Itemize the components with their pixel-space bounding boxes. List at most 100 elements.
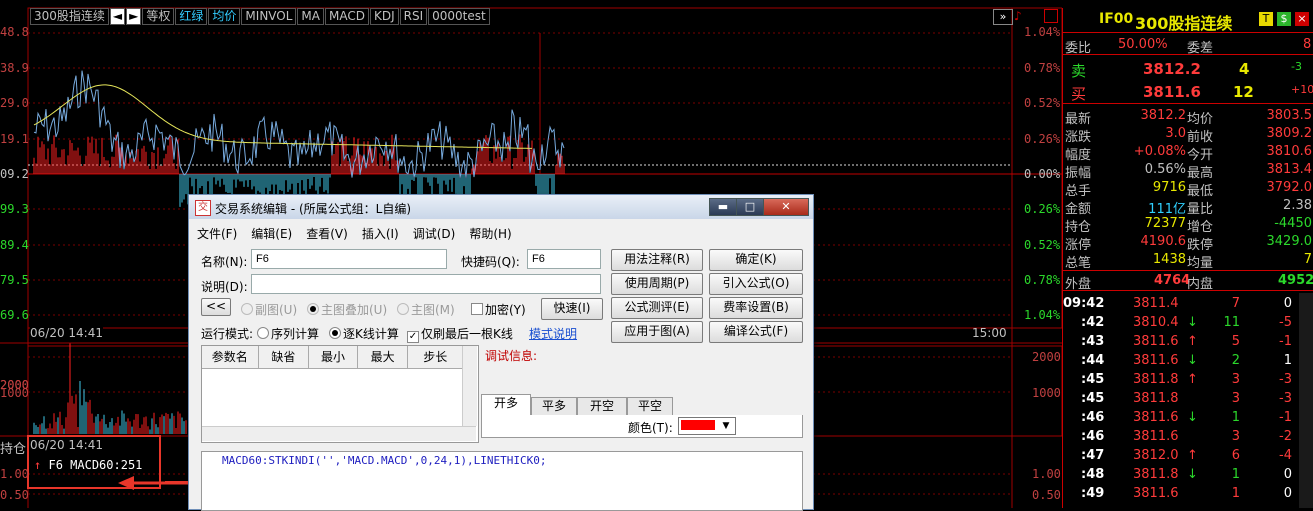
tick-row: :45 3811.8 3 -3 — [1063, 389, 1313, 408]
tick-price: 3811.8 — [1133, 467, 1179, 482]
price-tick: 29.0 — [0, 96, 29, 110]
prev-icon[interactable]: ◄ — [109, 8, 126, 25]
param-header[interactable]: 参数名 — [202, 346, 259, 368]
param-header[interactable]: 最大 — [358, 346, 409, 368]
volume-tick-top: 2000 — [0, 378, 29, 392]
menu-file[interactable]: 文件(F) — [197, 225, 237, 242]
neipan-value: 4952 — [1278, 273, 1313, 288]
tick-time: :46 — [1081, 429, 1105, 444]
window-icon[interactable] — [1044, 9, 1058, 23]
stat-value: 3803.5 — [1266, 108, 1313, 123]
use-period-button[interactable]: 使用周期(P) — [611, 273, 703, 295]
color-select[interactable]: ▼ — [678, 417, 736, 435]
formula-test-button[interactable]: 公式测评(E) — [611, 297, 703, 319]
stat-value: 3429.0 — [1266, 234, 1313, 249]
code-editor[interactable]: MACD60:STKINDI('','MACD.MACD',0,24,1),LI… — [201, 451, 803, 511]
minvol-button[interactable]: MINVOL — [241, 8, 297, 25]
tick-row: :44 3811.6 ↓ 2 1 — [1063, 351, 1313, 370]
stat-value: 7 — [1303, 252, 1312, 267]
menu-debug[interactable]: 调试(D) — [413, 225, 456, 242]
param-hscrollbar[interactable] — [202, 426, 476, 441]
percent-tick: 0.26% — [1024, 202, 1061, 216]
dollar-button[interactable]: $ — [1277, 12, 1291, 26]
buy-volume: 12 — [1233, 83, 1254, 101]
test-button[interactable]: 0000test — [428, 8, 490, 25]
refresh-last-checkbox[interactable]: ✓ 仅刷最后一根K线 — [407, 325, 513, 343]
tick-price: 3812.0 — [1133, 448, 1179, 463]
red-green-button[interactable]: 红绿 — [175, 8, 208, 25]
subchart-option[interactable]: 副图(U) — [241, 301, 297, 318]
macd-button[interactable]: MACD — [324, 8, 369, 25]
mode-per-bar-radio[interactable]: 逐K线计算 — [329, 325, 399, 342]
ok-button[interactable]: 确定(K) — [709, 249, 803, 271]
percent-tick: 0.00% — [1024, 167, 1061, 181]
stat-value: 3813.4 — [1266, 162, 1313, 177]
tab-close-short[interactable]: 平空 — [627, 397, 673, 416]
rsi-button[interactable]: RSI — [399, 8, 428, 25]
name-label: 名称(N): — [201, 255, 248, 269]
tick-price: 3811.6 — [1133, 486, 1179, 501]
import-formula-button[interactable]: 引入公式(O) — [709, 273, 803, 295]
mode-sequence-radio[interactable]: 序列计算 — [257, 325, 319, 342]
stats-row: 持仓 72377 增仓 -4450 — [1063, 214, 1313, 235]
compile-button[interactable]: 编译公式(F) — [709, 321, 803, 343]
stats-row: 涨跌 3.0 前收 3809.2 — [1063, 124, 1313, 145]
param-header[interactable]: 步长 — [408, 346, 462, 368]
sound-icon[interactable]: ♪ — [1014, 9, 1022, 23]
tick-time: :46 — [1081, 410, 1105, 425]
param-header[interactable]: 最小 — [309, 346, 358, 368]
avg-price-button[interactable]: 均价 — [208, 8, 241, 25]
minimize-icon[interactable]: ▬ — [709, 198, 737, 216]
kdj-button[interactable]: KDJ — [369, 8, 399, 25]
tab-open-short[interactable]: 开空 — [577, 397, 627, 416]
ma-button[interactable]: MA — [297, 8, 324, 25]
collapse-button[interactable]: << — [201, 298, 231, 316]
name-field[interactable] — [251, 249, 447, 269]
t-button[interactable]: T — [1259, 12, 1273, 26]
stat-value: 9716 — [1152, 180, 1186, 195]
price-tick: 99.3 — [0, 202, 29, 216]
param-header[interactable]: 缺省 — [259, 346, 310, 368]
tick-scrollbar[interactable] — [1299, 293, 1313, 508]
menu-view[interactable]: 查看(V) — [306, 225, 348, 242]
description-field[interactable] — [251, 274, 601, 294]
indicator-title: 持仓 — [0, 442, 27, 457]
apply-to-chart-button[interactable]: 应用于图(A) — [611, 321, 703, 343]
usage-notes-button[interactable]: 用法注释(R) — [611, 249, 703, 271]
tick-row: :46 3811.6 3 -2 — [1063, 427, 1313, 446]
dialog-titlebar[interactable]: 交 交易系统编辑 - (所属公式组：L自编) ▬ □ ✕ — [189, 195, 813, 219]
weibi-value: 50.00% — [1118, 37, 1168, 52]
close-icon[interactable]: × — [1295, 12, 1309, 26]
price-tick: 89.4 — [0, 238, 29, 252]
maximize-icon[interactable]: □ — [736, 198, 764, 216]
indicator-tick-right: 1.00 — [1032, 467, 1061, 481]
param-vscrollbar[interactable] — [462, 346, 477, 426]
arrow-up-icon: ↑ — [1187, 372, 1198, 387]
tick-row: :49 3811.6 1 0 — [1063, 484, 1313, 503]
tab-open-long[interactable]: 开多 — [481, 394, 531, 417]
shortcut-field[interactable] — [527, 249, 601, 269]
tab-close-long[interactable]: 平多 — [531, 397, 577, 416]
equal-weight-button[interactable]: 等权 — [142, 8, 175, 25]
code-line: MACD60:STKINDI('','MACD.MACD',0,24,1),LI… — [222, 454, 547, 467]
menu-help[interactable]: 帮助(H) — [469, 225, 511, 242]
mode-help-link[interactable]: 模式说明 — [529, 325, 577, 342]
buy-price: 3811.6 — [1143, 83, 1201, 101]
fee-setting-button[interactable]: 费率设置(B) — [709, 297, 803, 319]
overlay-option[interactable]: 主图叠加(U) — [307, 301, 387, 318]
next-icon[interactable]: ► — [126, 8, 142, 25]
chevron-down-icon[interactable]: ▼ — [719, 418, 733, 434]
menu-edit[interactable]: 编辑(E) — [251, 225, 292, 242]
stat-value: 3809.2 — [1266, 126, 1313, 141]
mainchart-option[interactable]: 主图(M) — [397, 301, 455, 318]
speed-button[interactable]: 快速(I) — [541, 298, 603, 320]
stat-value: +0.08% — [1133, 144, 1186, 159]
percent-tick: 1.04% — [1024, 25, 1061, 39]
close-icon[interactable]: ✕ — [763, 198, 809, 216]
menu-insert[interactable]: 插入(I) — [362, 225, 399, 242]
expand-button[interactable]: » — [993, 9, 1013, 25]
tick-row: :46 3811.6 ↓ 1 -1 — [1063, 408, 1313, 427]
description-label: 说明(D): — [201, 280, 248, 294]
encrypt-checkbox[interactable]: 加密(Y) — [471, 301, 526, 318]
symbol-tab[interactable]: 300股指连续 — [30, 8, 109, 25]
